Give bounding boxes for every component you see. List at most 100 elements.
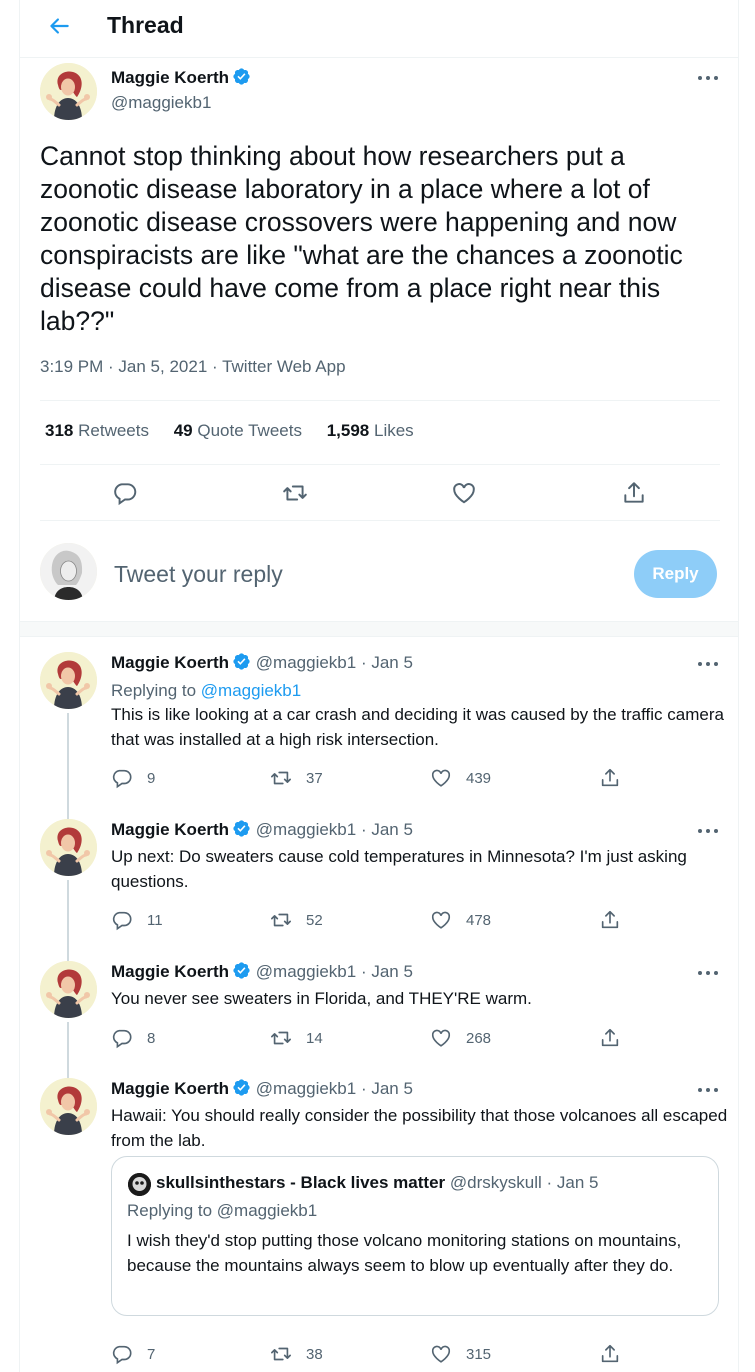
replying-to: Replying to @maggiekb1 <box>111 681 302 700</box>
tweet-text: Up next: Do sweaters cause cold temperat… <box>111 847 687 891</box>
like-action[interactable]: 478 <box>430 908 491 932</box>
thread-line <box>67 1022 69 1078</box>
avatar[interactable] <box>40 652 97 709</box>
reply-icon[interactable] <box>111 767 133 789</box>
tweet-header: Maggie Koerth @maggiekb1 · Jan 5 <box>111 1078 413 1099</box>
verified-badge-icon <box>232 819 251 838</box>
author-handle[interactable]: @maggiekb1 <box>256 653 356 672</box>
tweet-header: Maggie Koerth @maggiekb1 · Jan 5 <box>111 652 413 673</box>
like-action[interactable]: 439 <box>430 766 491 790</box>
retweet-action[interactable]: 38 <box>270 1342 323 1366</box>
share-action[interactable] <box>599 1342 635 1366</box>
thread-column: Thread Maggie Koerth @maggiekb1 Cannot s… <box>19 0 739 1372</box>
user-avatar <box>40 543 97 600</box>
like-action[interactable]: 315 <box>430 1342 491 1366</box>
avatar[interactable] <box>40 819 97 876</box>
verified-badge-icon <box>232 1078 251 1097</box>
author-name[interactable]: Maggie Koerth <box>111 1079 229 1098</box>
quote-tweets-stat[interactable]: 49 Quote Tweets <box>174 421 302 440</box>
divider <box>40 464 720 465</box>
thread-line <box>67 880 69 961</box>
tweet-text: You never see sweaters in Florida, and T… <box>111 989 532 1008</box>
back-arrow-icon[interactable] <box>46 11 72 41</box>
tweet-header: Maggie Koerth @maggiekb1 · Jan 5 <box>111 961 413 982</box>
share-action[interactable] <box>599 1026 635 1050</box>
reply-action[interactable]: 11 <box>111 908 163 932</box>
tweet-time[interactable]: · Jan 5 <box>361 962 413 981</box>
likes-stat[interactable]: 1,598 Likes <box>327 421 414 440</box>
reply-composer: Tweet your reply Reply <box>20 521 738 621</box>
section-separator <box>20 621 738 637</box>
retweet-icon[interactable] <box>282 480 308 506</box>
reply-action[interactable]: 9 <box>111 766 155 790</box>
share-action[interactable] <box>599 908 635 932</box>
author-name[interactable]: Maggie Koerth <box>111 820 229 839</box>
like-icon[interactable] <box>430 1343 452 1365</box>
quoted-tweet[interactable]: skullsinthestars - Black lives matter @d… <box>111 1156 719 1316</box>
like-icon[interactable] <box>430 767 452 789</box>
quoted-replying-to: Replying to @maggiekb1 <box>127 1201 318 1220</box>
like-icon[interactable] <box>430 1027 452 1049</box>
quoted-time: · Jan 5 <box>546 1173 599 1192</box>
reply-action[interactable]: 7 <box>111 1342 155 1366</box>
reply-icon[interactable] <box>112 480 138 506</box>
retweet-icon[interactable] <box>270 909 292 931</box>
author-handle[interactable]: @maggiekb1 <box>256 962 356 981</box>
quoted-header: skullsinthestars - Black lives matter @d… <box>156 1173 598 1193</box>
retweet-action[interactable]: 14 <box>270 1026 323 1050</box>
quoted-text: I wish they'd stop putting those volcano… <box>127 1231 682 1275</box>
reply-button[interactable]: Reply <box>634 550 717 598</box>
reply-input[interactable]: Tweet your reply <box>114 561 283 588</box>
retweet-action[interactable]: 52 <box>270 908 323 932</box>
avatar[interactable] <box>40 961 97 1018</box>
author-handle[interactable]: @maggiekb1 <box>256 1079 356 1098</box>
like-icon[interactable] <box>451 480 477 506</box>
author-name[interactable]: Maggie Koerth <box>111 68 229 87</box>
quoted-avatar <box>128 1173 151 1196</box>
share-icon[interactable] <box>599 1027 621 1049</box>
like-action[interactable]: 268 <box>430 1026 491 1050</box>
retweet-action[interactable]: 37 <box>270 766 323 790</box>
share-icon[interactable] <box>599 909 621 931</box>
reply-icon[interactable] <box>111 1027 133 1049</box>
more-options-icon[interactable] <box>696 826 720 836</box>
retweet-icon[interactable] <box>270 1343 292 1365</box>
more-options-icon[interactable] <box>696 73 720 83</box>
tweet-time[interactable]: · Jan 5 <box>361 653 413 672</box>
quoted-author-name: skullsinthestars - Black lives matter <box>156 1173 446 1192</box>
reply-icon[interactable] <box>111 1343 133 1365</box>
share-icon[interactable] <box>599 1343 621 1365</box>
author-line: Maggie Koerth <box>111 67 251 88</box>
tweet-timestamp[interactable]: 3:19 PM · Jan 5, 2021 · Twitter Web App <box>40 357 346 377</box>
author-name[interactable]: Maggie Koerth <box>111 962 229 981</box>
tweet-time[interactable]: · Jan 5 <box>361 820 413 839</box>
author-name[interactable]: Maggie Koerth <box>111 653 229 672</box>
avatar[interactable] <box>40 1078 97 1135</box>
reply-action[interactable]: 8 <box>111 1026 155 1050</box>
page-title: Thread <box>107 12 184 38</box>
retweets-stat[interactable]: 318 Retweets <box>45 421 149 440</box>
replying-to-link[interactable]: @maggiekb1 <box>201 681 301 700</box>
tweet-time[interactable]: · Jan 5 <box>361 1079 413 1098</box>
author-handle[interactable]: @maggiekb1 <box>256 820 356 839</box>
retweet-icon[interactable] <box>270 767 292 789</box>
tweet-header: Maggie Koerth @maggiekb1 · Jan 5 <box>111 819 413 840</box>
divider <box>40 400 720 401</box>
retweet-icon[interactable] <box>270 1027 292 1049</box>
author-handle[interactable]: @maggiekb1 <box>111 93 211 113</box>
like-icon[interactable] <box>430 909 452 931</box>
more-options-icon[interactable] <box>696 1085 720 1095</box>
thread-line <box>67 713 69 819</box>
header-bar: Thread <box>20 0 738 58</box>
share-icon[interactable] <box>621 480 647 506</box>
share-action[interactable] <box>599 766 635 790</box>
tweet-text: Hawaii: You should really consider the p… <box>111 1106 728 1150</box>
share-icon[interactable] <box>599 767 621 789</box>
more-options-icon[interactable] <box>696 659 720 669</box>
tweet-stats: 318 Retweets 49 Quote Tweets 1,598 Likes <box>45 421 434 441</box>
quoted-handle: @drskyskull <box>449 1173 542 1192</box>
avatar[interactable] <box>40 63 97 120</box>
more-options-icon[interactable] <box>696 968 720 978</box>
reply-icon[interactable] <box>111 909 133 931</box>
tweet-text: This is like looking at a car crash and … <box>111 705 724 749</box>
